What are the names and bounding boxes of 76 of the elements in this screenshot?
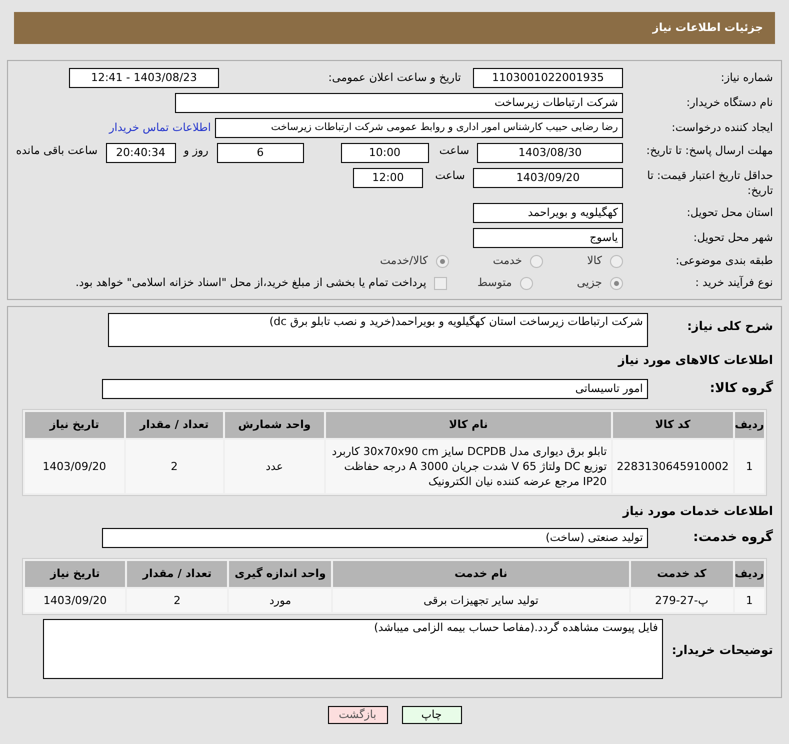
column-header: تاریخ نیاز bbox=[25, 561, 126, 587]
table-cell: 2283130645910002 bbox=[612, 440, 733, 493]
radio-button[interactable] bbox=[520, 277, 533, 290]
table-cell: مورد bbox=[229, 589, 332, 612]
field-label: ساعت bbox=[434, 168, 466, 184]
radio-button[interactable] bbox=[610, 277, 623, 290]
field-label: گروه خدمت: bbox=[692, 528, 773, 548]
field-label: ساعت باقی مانده bbox=[16, 143, 99, 159]
radio-button[interactable] bbox=[530, 255, 544, 268]
checkbox-label: پرداخت تمام یا بخشی از مبلغ خرید،از محل "اسناد خزانه اسلامی" خواهد بود. bbox=[76, 275, 426, 292]
column-header: تاریخ نیاز bbox=[25, 412, 124, 438]
text-field[interactable]: 1403/09/20 bbox=[473, 168, 623, 188]
column-header: نام کالا bbox=[326, 412, 611, 438]
text-field[interactable]: 1403/08/23 - 12:41 bbox=[69, 68, 219, 88]
text-field[interactable]: 6 bbox=[216, 143, 304, 163]
description-field[interactable]: شرکت ارتباطات زیرساخت استان کهگیلویه و بویراحمد(خرید و نصب تابلو برق dc) bbox=[108, 313, 648, 347]
table-cell: پ-27-279 bbox=[630, 589, 733, 612]
field-label: استان محل تحویل: bbox=[686, 204, 773, 221]
radio-label: جزیی bbox=[576, 275, 602, 292]
table-cell: 2 bbox=[127, 589, 228, 612]
table-cell: 1403/09/20 bbox=[25, 440, 124, 493]
text-field[interactable]: 1403/08/30 bbox=[477, 143, 623, 163]
column-header: ردیف bbox=[734, 561, 764, 587]
text-field[interactable]: امور تاسیساتی bbox=[102, 379, 648, 399]
table-cell: 1403/09/20 bbox=[25, 589, 126, 612]
text-field[interactable]: تولید صنعتی (ساخت) bbox=[102, 528, 648, 548]
text-field[interactable]: کهگیلویه و بویراحمد bbox=[473, 203, 623, 223]
table-cell: تولید سایر تجهیزات برقی bbox=[333, 589, 629, 612]
text-field[interactable]: 12:00 bbox=[353, 168, 423, 188]
radio-label: کالا/خدمت bbox=[380, 253, 428, 270]
field-label: نام دستگاه خریدار: bbox=[685, 94, 773, 111]
text-field[interactable]: یاسوج bbox=[473, 228, 623, 248]
radio-label: خدمت bbox=[492, 253, 522, 270]
text-field[interactable]: رضا رضایی حبیب کارشناس امور اداری و روابط عمومی شرکت ارتباطات زیرساخت bbox=[215, 118, 623, 138]
field-label: حداقل تاریخ اعتبار قیمت: تا تاریخ: bbox=[646, 168, 773, 198]
text-field[interactable]: 1103001022001935 bbox=[473, 68, 623, 88]
column-header: تعداد / مقدار bbox=[126, 412, 223, 438]
field-label: ساعت bbox=[438, 143, 470, 159]
field-label: شماره نیاز: bbox=[720, 70, 773, 86]
field-label: طبقه بندی موضوعی: bbox=[674, 253, 773, 270]
countdown-field[interactable]: 20:40:34 bbox=[106, 143, 176, 163]
radio-label: کالا bbox=[587, 253, 602, 270]
table-cell: عدد bbox=[224, 440, 324, 493]
radio-label: متوسط bbox=[477, 275, 512, 292]
table-cell: تابلو برق دیواری مدل DCPDB سایز 30x70x90 cm کاربرد توزیع DC ولتاژ 65 V شدت جریان 3000 A درجه حفاظت IP20 مرجع عرضه کننده نیان الکترونیک bbox=[326, 440, 611, 493]
text-field[interactable]: شرکت ارتباطات زیرساخت bbox=[175, 93, 623, 113]
print-button[interactable]: چاپ bbox=[402, 706, 462, 724]
column-header: کد خدمت bbox=[630, 561, 733, 587]
section-title: اطلاعات کالاهای مورد نیاز bbox=[616, 352, 774, 369]
text-field[interactable]: 10:00 bbox=[340, 143, 428, 163]
buyer-contact-link[interactable]: اطلاعات تماس خریدار bbox=[109, 120, 211, 136]
notes-field[interactable]: فایل پیوست مشاهده گردد.(مفاصا حساب بیمه الزامی میباشد) bbox=[43, 619, 663, 679]
table-cell: 1 bbox=[734, 589, 764, 612]
field-label: ایجاد کننده درخواست: bbox=[670, 120, 773, 136]
field-label: شهر محل تحویل: bbox=[692, 230, 773, 246]
field-label: نوع فرآیند خرید : bbox=[694, 275, 773, 292]
field-label: شرح کلی نیاز: bbox=[686, 318, 773, 335]
section-title: اطلاعات خدمات مورد نیاز bbox=[621, 503, 774, 520]
column-header: تعداد / مقدار bbox=[127, 561, 228, 587]
back-button[interactable]: بازگشت bbox=[328, 706, 388, 724]
field-label: توضیحات خریدار: bbox=[670, 642, 773, 659]
table-cell: 2 bbox=[126, 440, 223, 493]
column-header: واحد شمارش bbox=[224, 412, 324, 438]
checkbox[interactable] bbox=[434, 277, 448, 290]
column-header: واحد اندازه گیری bbox=[229, 561, 332, 587]
radio-button[interactable] bbox=[610, 255, 623, 268]
column-header: نام خدمت bbox=[333, 561, 629, 587]
field-label: گروه کالا: bbox=[708, 379, 773, 398]
table-cell: 1 bbox=[734, 440, 764, 493]
column-header: کد کالا bbox=[612, 412, 733, 438]
field-label: مهلت ارسال پاسخ: تا تاریخ: bbox=[645, 143, 773, 158]
radio-button[interactable] bbox=[436, 255, 449, 268]
header-bar: جزئیات اطلاعات نیاز bbox=[14, 12, 775, 44]
field-label: روز و bbox=[182, 143, 210, 159]
column-header: ردیف bbox=[734, 412, 764, 438]
field-label: تاریخ و ساعت اعلان عمومی: bbox=[327, 70, 462, 86]
